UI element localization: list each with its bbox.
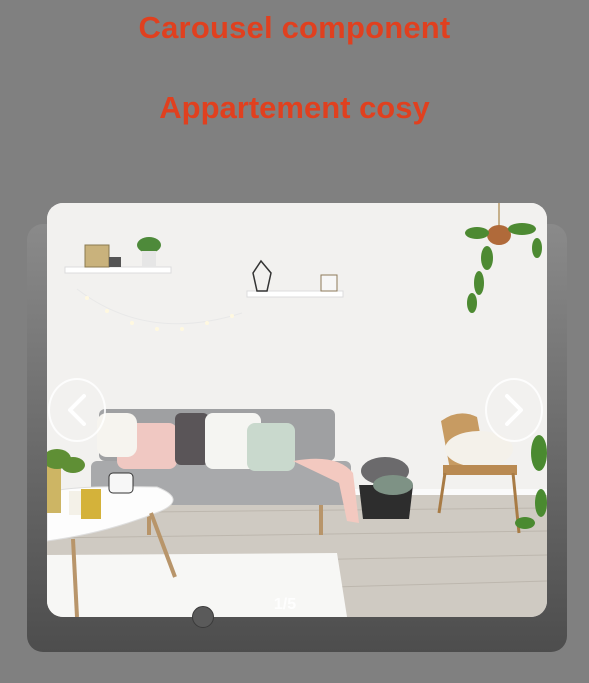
chevron-left-icon <box>68 394 86 426</box>
prev-slide-button[interactable] <box>48 378 106 442</box>
next-slide-button[interactable] <box>485 378 543 442</box>
slide-counter: 1/5 <box>273 596 297 613</box>
carousel-dot[interactable] <box>192 606 214 628</box>
page-title: Carousel component <box>138 10 451 45</box>
chevron-right-icon <box>505 394 523 426</box>
carousel-title: Appartement cosy <box>159 90 430 125</box>
living-room-photo <box>47 203 547 617</box>
carousel-slide <box>47 203 547 617</box>
